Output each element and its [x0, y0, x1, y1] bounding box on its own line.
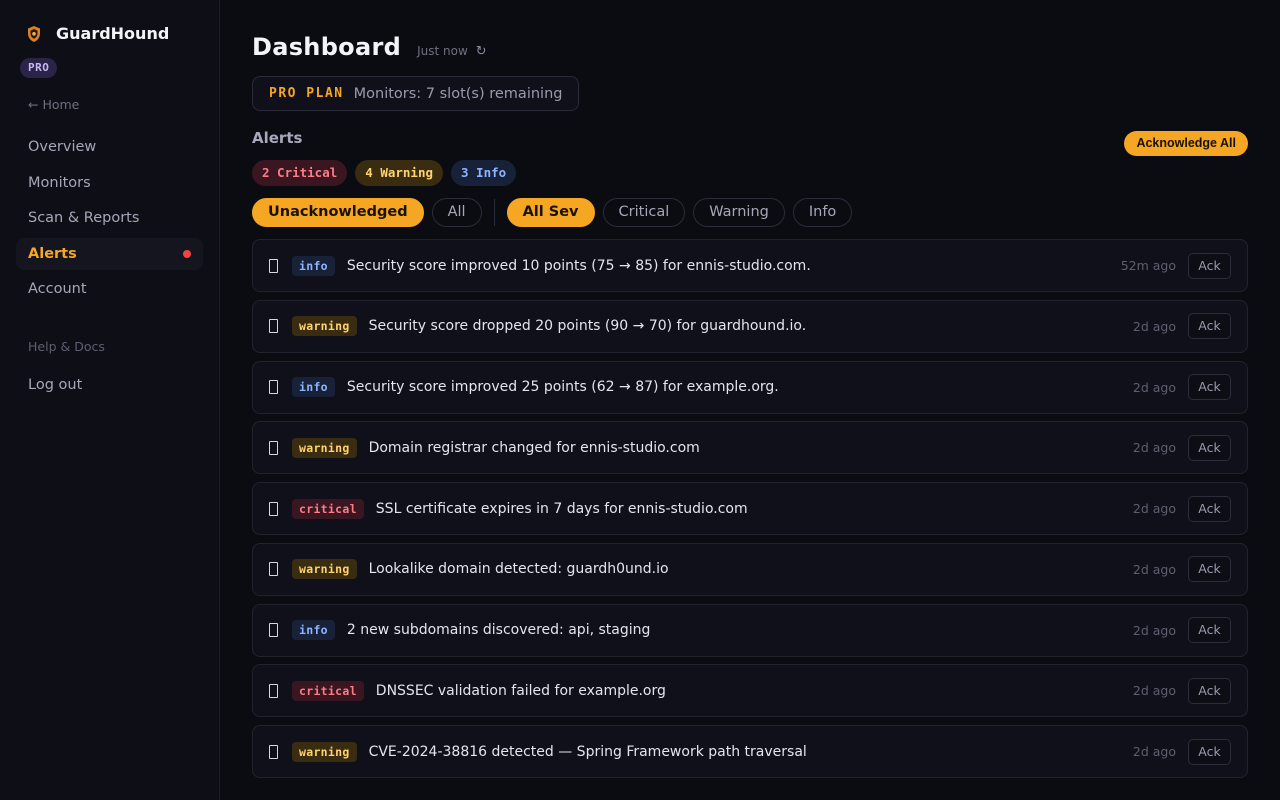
sidebar-item-overview[interactable]: Overview — [16, 131, 203, 163]
checkbox-icon[interactable] — [269, 683, 278, 698]
alert-row[interactable]: warning CVE-2024-38816 detected — Spring … — [252, 725, 1248, 778]
checkbox-icon[interactable] — [269, 440, 278, 455]
alert-row[interactable]: info Security score improved 25 points (6… — [252, 360, 1248, 414]
alert-time: 52m ago — [1120, 258, 1176, 273]
alert-time: 2d ago — [1132, 744, 1176, 759]
ack-button[interactable]: Ack — [1188, 313, 1231, 340]
sidebar-item-label: Monitors — [28, 174, 91, 191]
ack-button[interactable]: Ack — [1188, 434, 1231, 461]
severity-badge: warning — [292, 437, 357, 458]
alert-row[interactable]: warning Lookalike domain detected: guardh… — [252, 542, 1248, 596]
alert-row[interactable]: critical SSL certificate expires in 7 day… — [252, 482, 1248, 535]
alert-time: 2d ago — [1132, 683, 1176, 699]
alert-time: 2d ago — [1132, 318, 1176, 334]
alert-row[interactable]: critical DNSSEC validation failed for exa… — [252, 664, 1248, 718]
sidebar-item-label: Overview — [28, 139, 97, 155]
sidebar-item-scan-reports[interactable]: Scan & Reports — [16, 202, 203, 234]
severity-badge: info — [292, 620, 335, 640]
sidebar-nav: Overview Monitors Scan & Reports Alerts … — [16, 131, 203, 309]
alert-message: CVE-2024-38816 detected — Spring Framewo… — [368, 743, 807, 760]
shield-logo-icon — [28, 25, 40, 42]
home-link[interactable]: ← Home — [28, 97, 79, 112]
filter-all[interactable]: All — [431, 198, 482, 227]
ack-button[interactable]: Ack — [1188, 617, 1231, 643]
alert-row[interactable]: warning Security score dropped 20 points … — [252, 299, 1248, 353]
filter-divider — [493, 199, 495, 226]
filter-all-severity[interactable]: All Sev — [506, 198, 595, 227]
severity-badge: info — [292, 255, 335, 276]
alert-message: SSL certificate expires in 7 days for en… — [375, 500, 748, 517]
brand[interactable]: GuardHound — [26, 24, 169, 43]
severity-badge: warning — [292, 741, 357, 762]
checkbox-icon[interactable] — [269, 380, 278, 394]
warning-count-badge: 4 Warning — [355, 160, 443, 186]
alert-time: 2d ago — [1132, 440, 1176, 456]
alert-time: 2d ago — [1132, 379, 1176, 395]
ack-button[interactable]: Ack — [1188, 738, 1231, 765]
alerts-heading: Alerts — [252, 129, 303, 147]
alert-message: 2 new subdomains discovered: api, stagin… — [346, 622, 651, 638]
severity-badge: info — [292, 377, 335, 397]
alert-time: 2d ago — [1132, 561, 1176, 577]
acknowledge-all-button[interactable]: Acknowledge All — [1124, 131, 1248, 156]
brand-name: GuardHound — [56, 24, 170, 43]
checkbox-icon[interactable] — [269, 562, 278, 577]
alert-message: Domain registrar changed for ennis-studi… — [368, 439, 700, 456]
checkbox-icon[interactable] — [269, 744, 278, 759]
last-updated-text: Just now — [417, 44, 468, 58]
refresh-icon[interactable]: ↻ — [476, 44, 487, 59]
filter-info[interactable]: Info — [792, 198, 853, 227]
page-header: Dashboard Just now ↻ — [252, 33, 487, 61]
filter-critical[interactable]: Critical — [602, 198, 686, 227]
help-docs-link[interactable]: Help & Docs — [28, 339, 105, 354]
sidebar: GuardHound PRO ← Home Overview Monitors … — [0, 0, 220, 800]
plan-info: PRO PLAN Monitors: 7 slot(s) remaining — [252, 76, 580, 111]
alert-row[interactable]: warning Domain registrar changed for enni… — [252, 421, 1248, 475]
sidebar-item-alerts[interactable]: Alerts — [16, 237, 203, 270]
severity-badge: critical — [292, 498, 364, 519]
filter-unacknowledged[interactable]: Unacknowledged — [252, 198, 424, 227]
ack-button[interactable]: Ack — [1188, 495, 1231, 522]
ack-button[interactable]: Ack — [1188, 556, 1231, 583]
plan-name: PRO PLAN — [269, 86, 344, 101]
unread-dot-icon — [183, 249, 191, 258]
checkbox-icon[interactable] — [269, 501, 278, 516]
ack-button[interactable]: Ack — [1188, 677, 1231, 704]
checkbox-icon[interactable] — [269, 319, 278, 334]
alert-message: Security score improved 10 points (75 → … — [346, 257, 811, 274]
severity-badge: warning — [292, 559, 357, 580]
last-updated: Just now ↻ — [417, 44, 487, 59]
page-title: Dashboard — [252, 33, 402, 61]
severity-counts: 2 Critical 4 Warning 3 Info — [252, 160, 517, 186]
plan-slots: Monitors: 7 slot(s) remaining — [353, 85, 563, 102]
alert-time: 2d ago — [1132, 622, 1176, 638]
severity-badge: warning — [292, 316, 357, 337]
checkbox-icon[interactable] — [269, 623, 278, 637]
critical-count-badge: 2 Critical — [252, 160, 348, 186]
severity-badge: critical — [292, 680, 364, 701]
logout-link[interactable]: Log out — [28, 377, 82, 393]
ack-button[interactable]: Ack — [1188, 252, 1231, 279]
alert-filters: Unacknowledged All All Sev Critical Warn… — [252, 198, 860, 227]
sidebar-item-label: Alerts — [28, 245, 77, 262]
alert-row[interactable]: info Security score improved 10 points (7… — [252, 239, 1248, 292]
plan-badge: PRO — [20, 58, 58, 78]
sidebar-item-label: Scan & Reports — [28, 210, 140, 226]
alert-message: Security score improved 25 points (62 → … — [346, 379, 779, 395]
sidebar-item-account[interactable]: Account — [16, 273, 203, 305]
alert-row[interactable]: info 2 new subdomains discovered: api, st… — [252, 603, 1248, 657]
alert-list: info Security score improved 10 points (7… — [252, 239, 1248, 786]
sidebar-item-monitors[interactable]: Monitors — [16, 167, 203, 199]
filter-warning[interactable]: Warning — [693, 198, 785, 227]
sidebar-item-label: Account — [28, 281, 87, 297]
alert-message: Security score dropped 20 points (90 → 7… — [368, 318, 807, 335]
info-count-badge: 3 Info — [451, 160, 517, 186]
alert-message: DNSSEC validation failed for example.org — [375, 682, 666, 699]
alert-message: Lookalike domain detected: guardh0und.io — [368, 561, 669, 578]
alert-time: 2d ago — [1132, 501, 1176, 516]
ack-button[interactable]: Ack — [1188, 374, 1231, 400]
checkbox-icon[interactable] — [269, 258, 278, 273]
